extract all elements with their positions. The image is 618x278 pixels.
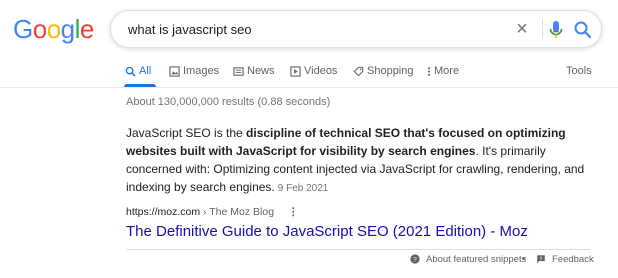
tab-label: Images [183,65,220,77]
breadcrumb: › The Moz Blog [200,206,275,218]
search-icon [125,66,136,77]
tab-label: Videos [304,65,338,77]
tab-label: All [139,65,152,77]
tab-label: Shopping [367,65,414,77]
logo-letter: o [46,14,61,44]
tab-shopping[interactable]: Shopping [353,65,414,77]
result-stats: About 130,000,000 results (0.88 seconds) [126,96,331,108]
more-dots-icon [427,66,431,76]
feedback-label: Feedback [552,254,594,265]
svg-text:?: ? [413,257,417,264]
logo-letter: G [13,14,33,44]
video-icon [290,65,301,77]
feedback-icon [537,255,545,264]
logo-letter: e [79,14,94,44]
header-divider [0,87,618,88]
tab-news[interactable]: News [233,65,275,77]
result-menu-icon[interactable]: ⋮ [288,206,299,218]
tab-label: News [247,65,275,77]
news-icon [233,66,244,76]
snippet-divider [126,249,590,250]
microphone-icon[interactable] [547,19,565,41]
tab-tools[interactable]: Tools [566,65,592,77]
help-icon: ? [410,254,420,265]
google-logo[interactable]: Google [13,14,94,45]
tab-videos[interactable]: Videos [290,65,337,77]
snippet-text: JavaScript SEO is the [126,126,247,140]
tag-icon [353,66,364,76]
search-box: what is javascript seo × [110,10,602,48]
about-label: About featured snippets [426,254,527,265]
footer-dot: • [522,254,526,265]
snippet-date: 9 Feb 2021 [277,183,329,194]
search-box-divider [542,19,543,39]
search-input[interactable]: what is javascript seo [128,22,252,37]
feedback-link[interactable]: Feedback [536,254,594,265]
tab-label: More [434,65,460,77]
result-citation: https://moz.com › The Moz Blog ⋮ [126,206,299,218]
logo-letter: o [32,14,47,44]
logo-letter: g [60,14,75,44]
search-icon[interactable] [572,19,594,41]
result-url[interactable]: https://moz.com [126,206,200,218]
tab-more[interactable]: More [427,65,459,77]
search-tabs: All Images News Videos Shopping More Too… [0,62,618,88]
featured-snippet: JavaScript SEO is the discipline of tech… [126,124,586,198]
tab-label: Tools [566,65,592,77]
image-icon [169,65,180,77]
result-title-link[interactable]: The Definitive Guide to JavaScript SEO (… [126,223,528,240]
about-featured-snippets[interactable]: ? About featured snippets [410,254,526,265]
tab-images[interactable]: Images [169,65,219,77]
clear-icon[interactable]: × [512,18,532,40]
tab-all[interactable]: All [125,65,151,77]
